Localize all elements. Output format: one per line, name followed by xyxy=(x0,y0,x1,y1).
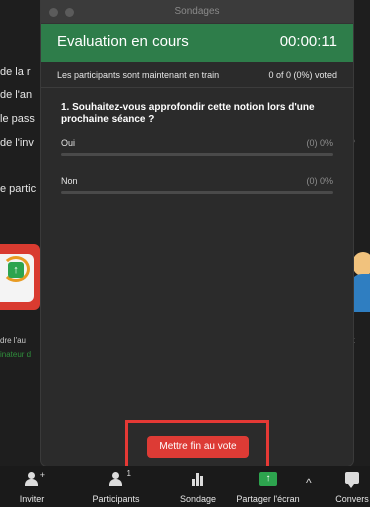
option-result: (0) 0% xyxy=(306,138,333,148)
option-progress-bar xyxy=(61,153,333,156)
poll-icon xyxy=(191,472,205,486)
option-result: (0) 0% xyxy=(306,176,333,186)
poll-title: Evaluation en cours xyxy=(57,33,189,50)
background-text-line: de la r xyxy=(0,66,31,78)
background-text-line: de l'inv xyxy=(0,137,34,149)
upload-illustration: ↑ xyxy=(0,244,40,310)
poll-timer: 00:00:11 xyxy=(279,33,337,50)
poll-status-text: Les participants sont maintenant en trai… xyxy=(57,70,220,80)
window-title: Sondages xyxy=(174,6,220,17)
chevron-up-icon[interactable]: ^ xyxy=(306,476,312,490)
upload-arrow-icon: ↑ xyxy=(8,262,24,278)
question-text: 1. Souhaitez-vous approfondir cette noti… xyxy=(61,102,315,125)
participant-count: 1 xyxy=(126,469,131,478)
poll-header: Evaluation en cours 00:00:11 xyxy=(41,24,353,62)
option-progress-bar xyxy=(61,191,333,194)
toolbar-label: Convers xyxy=(335,494,369,504)
poll-option: Oui (0) 0% xyxy=(61,128,333,166)
toolbar-invite[interactable]: + Inviter xyxy=(10,470,54,504)
background-text-line: de l'an xyxy=(0,89,33,101)
toolbar-label: Inviter xyxy=(19,494,45,504)
toolbar-participants[interactable]: 1 Participants xyxy=(86,469,146,504)
toolbar-chat[interactable]: Convers xyxy=(332,470,370,504)
background-text-line: le pass xyxy=(0,113,35,125)
toolbar-share-screen[interactable]: ↑ Partager l'écran xyxy=(232,470,304,504)
chat-icon xyxy=(345,472,359,488)
poll-question: 1. Souhaitez-vous approfondir cette noti… xyxy=(41,88,353,126)
share-screen-icon: ↑ xyxy=(259,472,277,486)
toolbar-poll[interactable]: Sondage xyxy=(176,470,220,504)
meeting-toolbar: + Inviter 1 Participants Sondage ↑ Parta… xyxy=(0,466,370,507)
window-titlebar: Sondages xyxy=(41,0,353,24)
zoom-meeting-stage: de la r de l'an le pass de l'inv e parti… xyxy=(0,0,370,507)
participants-icon: 1 xyxy=(109,469,131,486)
end-poll-area: Mettre fin au vote xyxy=(41,420,353,472)
background-text-line: e partic xyxy=(0,183,37,195)
poll-vote-count: 0 of 0 (0%) voted xyxy=(268,70,337,80)
add-person-icon: + xyxy=(25,470,45,486)
option-label: Oui xyxy=(61,138,76,148)
poll-window: Sondages Evaluation en cours 00:00:11 Le… xyxy=(41,0,353,472)
toolbar-label: Partager l'écran xyxy=(236,494,300,504)
poll-status-row: Les participants sont maintenant en trai… xyxy=(41,62,353,88)
toolbar-label: Sondage xyxy=(179,494,217,504)
background-text-line: inateur d xyxy=(0,350,32,359)
poll-option: Non (0) 0% xyxy=(61,166,333,204)
background-text-line: dre l'au xyxy=(0,336,26,345)
option-label: Non xyxy=(61,176,78,186)
end-poll-button[interactable]: Mettre fin au vote xyxy=(147,436,249,458)
toolbar-label: Participants xyxy=(92,494,140,504)
